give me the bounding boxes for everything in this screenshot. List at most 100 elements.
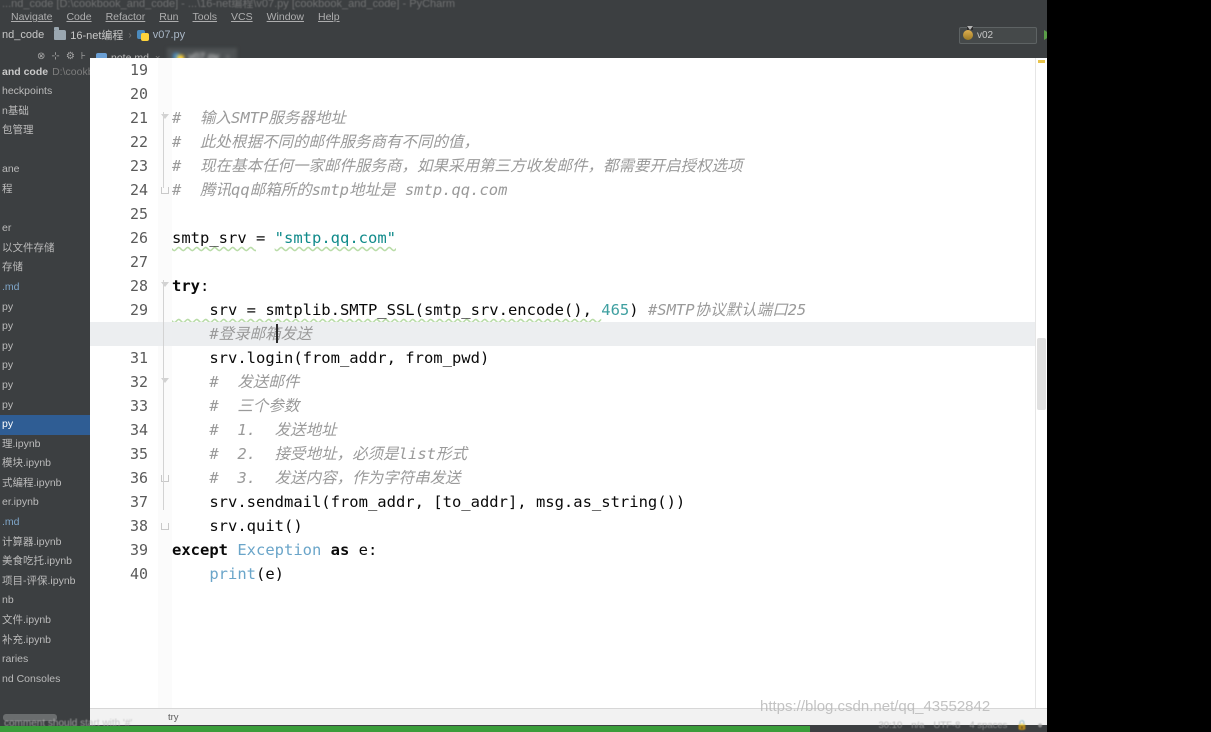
fold-expand-icon[interactable] xyxy=(160,376,170,386)
project-tree-item[interactable]: 项目-评保.ipynb xyxy=(0,572,90,592)
code-line[interactable]: srv.sendmail(from_addr, [to_addr], msg.a… xyxy=(172,490,1047,514)
project-tree-item[interactable]: py xyxy=(0,298,90,318)
menu-window[interactable]: Window xyxy=(260,11,311,23)
project-tree-item[interactable]: 存储 xyxy=(0,258,90,278)
project-tree-item[interactable]: py xyxy=(0,415,90,435)
menu-tools[interactable]: Tools xyxy=(186,11,225,23)
code-line[interactable]: srv.quit() xyxy=(172,514,1047,538)
gutter-row: 35 xyxy=(90,442,158,466)
file-encoding[interactable]: UTF-8 xyxy=(933,720,960,731)
project-tree-item[interactable]: py xyxy=(0,396,90,416)
code-line-text: # 腾讯qq邮箱所的smtp地址是 smtp.qq.com xyxy=(172,178,1047,202)
code-line[interactable] xyxy=(172,58,1047,82)
project-tree-item[interactable]: 美食吃托.ipynb xyxy=(0,552,90,572)
project-tree-item[interactable]: 补充.ipynb xyxy=(0,631,90,651)
menu-vcs[interactable]: VCS xyxy=(224,11,260,23)
gutter-row: 21 xyxy=(90,106,158,130)
project-tree-item[interactable]: n基础 xyxy=(0,102,90,122)
memory-indicator[interactable]: ● xyxy=(1037,720,1043,731)
project-tree-item[interactable]: 式编程.ipynb xyxy=(0,474,90,494)
indent-setting[interactable]: 4 spaces xyxy=(969,720,1007,731)
fold-end-icon[interactable] xyxy=(160,520,170,530)
fold-end-icon[interactable] xyxy=(160,472,170,482)
breadcrumb-file[interactable]: v07.py xyxy=(136,29,185,41)
fold-expand-icon[interactable] xyxy=(160,112,170,122)
code-line[interactable]: # 三个参数 xyxy=(172,394,1047,418)
project-tree-item[interactable]: py xyxy=(0,376,90,396)
warning-marker[interactable] xyxy=(1038,60,1045,63)
project-tree-item[interactable]: 以文件存储 xyxy=(0,239,90,259)
project-tree-item[interactable]: heckpoints xyxy=(0,82,90,102)
breadcrumb-project[interactable]: nd_code xyxy=(2,29,44,41)
code-line[interactable] xyxy=(172,82,1047,106)
code-line[interactable]: smtp_srv = "smtp.qq.com" xyxy=(172,226,1047,250)
editor-marker-strip[interactable] xyxy=(1035,58,1047,708)
code-line[interactable]: # 发送邮件 xyxy=(172,370,1047,394)
menu-help[interactable]: Help xyxy=(311,11,347,23)
token-cmt: #SMTP协议默认端口25 xyxy=(647,301,807,319)
caret-position[interactable]: 30:10 xyxy=(878,720,902,731)
hide-panel-icon[interactable]: ⊦ xyxy=(81,51,86,62)
line-separator[interactable]: n/a xyxy=(911,720,924,731)
run-config-icon xyxy=(963,30,973,40)
token-plain: e: xyxy=(358,541,378,559)
code-line[interactable]: print(e) xyxy=(172,562,1047,586)
code-line[interactable]: # 输入SMTP服务器地址 xyxy=(172,106,1047,130)
project-tree-item[interactable]: 模块.ipynb xyxy=(0,454,90,474)
fold-end-icon[interactable] xyxy=(160,184,170,194)
project-tree-item[interactable]: nb xyxy=(0,591,90,611)
collapse-all-icon[interactable]: ⊗ xyxy=(37,51,45,62)
project-tree-item[interactable]: ane xyxy=(0,160,90,180)
folder-icon xyxy=(54,27,67,40)
code-editor[interactable]: 1920212223242526272829303132333435363738… xyxy=(90,58,1047,708)
project-tree-item[interactable]: .md xyxy=(0,513,90,533)
code-folding-column[interactable] xyxy=(158,58,172,708)
menu-refactor-label: Refactor xyxy=(105,11,146,23)
code-line[interactable]: # 2. 接受地址，必须是list形式 xyxy=(172,442,1047,466)
code-line[interactable]: #登录邮箱发送 xyxy=(90,322,1047,346)
gutter-row: 40 xyxy=(90,562,158,586)
code-line[interactable]: # 腾讯qq邮箱所的smtp地址是 smtp.qq.com xyxy=(172,178,1047,202)
breadcrumb-folder[interactable]: 16-net编程 xyxy=(54,27,123,43)
project-tree[interactable]: heckpoints n基础 包管理 ane 程 er 以文件存储 存储 .md py py py py… xyxy=(0,82,90,689)
code-line[interactable]: # 3. 发送内容，作为字符串发送 xyxy=(172,466,1047,490)
code-line[interactable]: # 1. 发送地址 xyxy=(172,418,1047,442)
lock-icon[interactable]: 🔒 xyxy=(1016,720,1028,731)
project-tree-item[interactable]: 包管理 xyxy=(0,121,90,141)
code-line[interactable]: # 此处根据不同的邮件服务商有不同的值， xyxy=(172,130,1047,154)
project-tree-item[interactable]: nd Consoles xyxy=(0,670,90,690)
code-line[interactable]: srv.login(from_addr, from_pwd) xyxy=(172,346,1047,370)
menu-refactor[interactable]: Refactor xyxy=(99,11,153,23)
code-line[interactable]: # 现在基本任何一家邮件服务商，如果采用第三方收发邮件，都需要开启授权选项 xyxy=(172,154,1047,178)
token-plain: srv.sendmail(from_addr, [to_addr], msg.a… xyxy=(172,493,686,511)
code-line[interactable]: except Exception as e: xyxy=(172,538,1047,562)
scrollbar-thumb[interactable] xyxy=(1037,338,1046,410)
menu-run[interactable]: Run xyxy=(152,11,185,23)
token-plain: srv.quit() xyxy=(172,517,303,535)
settings-gear-icon[interactable]: ⚙ xyxy=(66,51,75,62)
project-tree-item[interactable]: er.ipynb xyxy=(0,493,90,513)
code-line[interactable] xyxy=(172,250,1047,274)
project-tree-item[interactable]: 程 xyxy=(0,180,90,200)
project-tree-item[interactable]: py xyxy=(0,317,90,337)
code-line[interactable] xyxy=(172,202,1047,226)
project-tree-item[interactable]: 理.ipynb xyxy=(0,435,90,455)
project-tree-item[interactable]: 计算器.ipynb xyxy=(0,533,90,553)
menu-navigate[interactable]: Navigate xyxy=(4,11,59,23)
run-configuration-selector[interactable]: v02 xyxy=(959,26,1037,44)
project-tree-item[interactable]: .md xyxy=(0,278,90,298)
project-tree-item[interactable]: py xyxy=(0,356,90,376)
project-tree-item[interactable]: raries xyxy=(0,650,90,670)
code-line[interactable]: srv = smtplib.SMTP_SSL(smtp_srv.encode()… xyxy=(172,298,1047,322)
token-cmt: # 输入SMTP服务器地址 xyxy=(172,109,346,127)
scroll-from-source-icon[interactable]: ⊹ xyxy=(51,51,59,62)
fold-expand-icon[interactable] xyxy=(160,280,170,290)
line-number: 24 xyxy=(129,181,148,199)
project-tree-item[interactable]: 文件.ipynb xyxy=(0,611,90,631)
project-tree-item[interactable]: er xyxy=(0,219,90,239)
project-tree-item[interactable]: py xyxy=(0,337,90,357)
menu-code[interactable]: Code xyxy=(59,11,98,23)
code-text-area[interactable]: # 输入SMTP服务器地址 # 此处根据不同的邮件服务商有不同的值， # 现在基本任… xyxy=(90,58,1047,708)
code-line[interactable]: try: xyxy=(172,274,1047,298)
